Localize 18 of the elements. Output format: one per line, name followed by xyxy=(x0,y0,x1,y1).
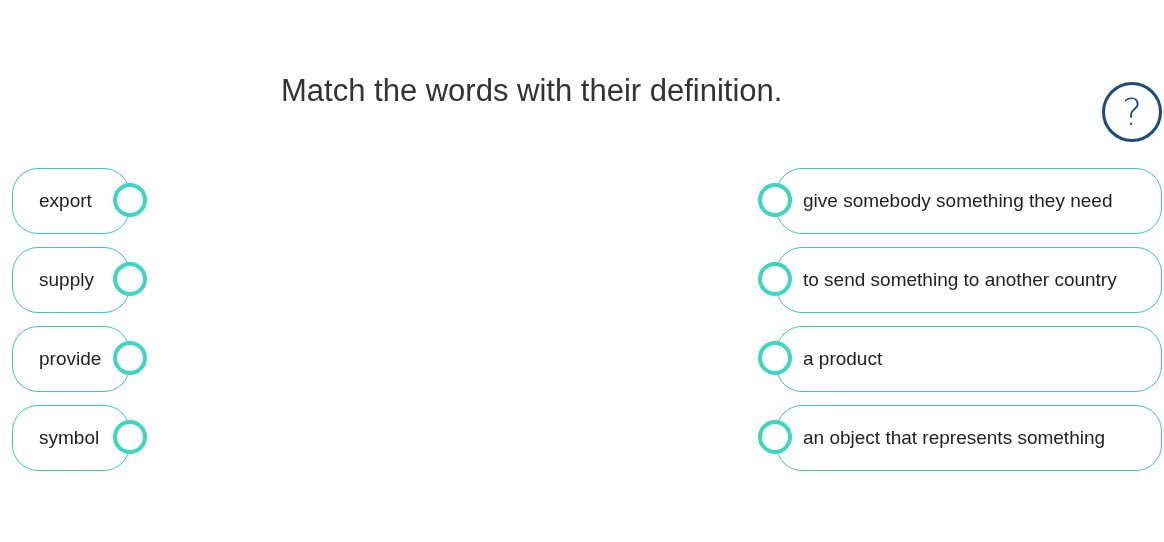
word-card[interactable]: supply xyxy=(12,247,130,313)
instruction-title: Match the words with their definition. xyxy=(281,73,783,109)
word-card[interactable]: provide xyxy=(12,326,130,392)
definition-card[interactable]: a product xyxy=(776,326,1162,392)
definition-card[interactable]: an object that represents something xyxy=(776,405,1162,471)
connector-handle[interactable] xyxy=(113,183,147,217)
connector-handle[interactable] xyxy=(113,420,147,454)
word-card[interactable]: symbol xyxy=(12,405,130,471)
connector-handle[interactable] xyxy=(758,262,792,296)
definition-card[interactable]: give somebody something they need xyxy=(776,168,1162,234)
connector-handle[interactable] xyxy=(758,341,792,375)
connector-handle[interactable] xyxy=(113,262,147,296)
connector-handle[interactable] xyxy=(113,341,147,375)
connector-handle[interactable] xyxy=(758,420,792,454)
connector-handle[interactable] xyxy=(758,183,792,217)
help-button[interactable]: ? xyxy=(1102,82,1162,142)
definition-card[interactable]: to send something to another country xyxy=(776,247,1162,313)
word-card[interactable]: export xyxy=(12,168,130,234)
